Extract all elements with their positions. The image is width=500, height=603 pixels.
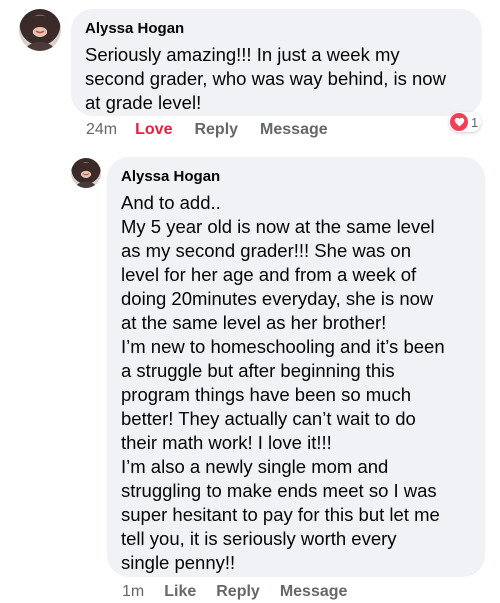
reaction-count: 1: [471, 114, 479, 130]
comment-timestamp[interactable]: 1m: [122, 582, 144, 602]
comments-thread: Alyssa Hogan Seriously amazing!!! In jus…: [0, 0, 500, 603]
comment-author[interactable]: Alyssa Hogan: [85, 19, 468, 39]
comment-timestamp[interactable]: 24m: [86, 120, 117, 140]
love-button[interactable]: Love: [135, 120, 172, 140]
reaction-summary[interactable]: 1: [449, 112, 482, 132]
profile-photo-icon: [75, 162, 97, 188]
reply-bubble: Alyssa Hogan And to add.. My 5 year old …: [107, 157, 485, 577]
heart-icon: [450, 113, 468, 131]
comment-bubble: Alyssa Hogan Seriously amazing!!! In jus…: [71, 9, 482, 116]
message-button[interactable]: Message: [280, 582, 348, 602]
avatar[interactable]: [71, 158, 101, 188]
profile-photo-icon: [25, 15, 55, 51]
comment-actions: 24m Love Reply Message: [86, 120, 328, 140]
reply-button[interactable]: Reply: [216, 582, 260, 602]
reply-button[interactable]: Reply: [194, 120, 238, 140]
comment-text: And to add.. My 5 year old is now at the…: [121, 192, 445, 573]
comment-author[interactable]: Alyssa Hogan: [121, 167, 471, 187]
comment-text: Seriously amazing!!! In just a week my s…: [85, 44, 446, 113]
like-button[interactable]: Like: [164, 582, 196, 602]
avatar[interactable]: [19, 9, 61, 51]
message-button[interactable]: Message: [260, 120, 328, 140]
reply-actions: 1m Like Reply Message: [122, 582, 347, 602]
